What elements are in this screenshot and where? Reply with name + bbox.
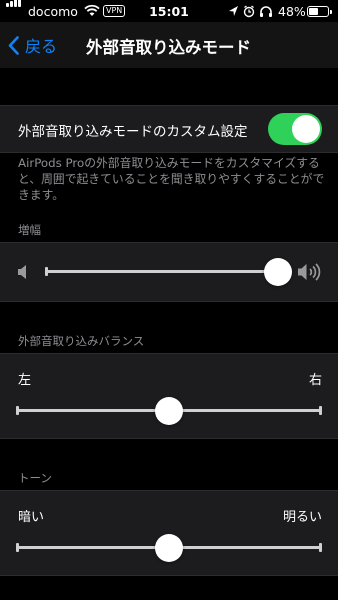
separator: [0, 438, 338, 439]
amplification-slider[interactable]: [45, 258, 292, 286]
toggle-knob: [292, 115, 320, 143]
balance-slider[interactable]: [16, 397, 322, 425]
balance-left-label: 左: [18, 373, 32, 388]
amplification-header: 増幅: [18, 223, 41, 237]
page-title: 外部音取り込みモード: [86, 38, 251, 57]
back-label: 戻る: [25, 37, 58, 56]
tone-cell: 暗い 明るい: [0, 491, 338, 575]
chevron-left-icon: [8, 35, 19, 55]
tone-header: トーン: [18, 471, 52, 485]
balance-cell: 左 右: [0, 354, 338, 438]
amplification-cell: [0, 243, 338, 301]
alarm-icon: [243, 5, 255, 18]
headphones-icon: [260, 6, 272, 17]
custom-setting-label: 外部音取り込みモードのカスタム設定: [18, 124, 248, 140]
tone-right-label: 明るい: [282, 510, 322, 525]
status-bar: docomo VPN 15:01 48%: [0, 0, 338, 22]
navigation-bar: 戻る 外部音取り込みモード: [0, 22, 338, 68]
separator: [0, 301, 338, 302]
back-button[interactable]: 戻る: [8, 33, 57, 57]
tone-left-label: 暗い: [18, 510, 45, 525]
custom-setting-toggle[interactable]: [268, 113, 322, 145]
battery-percent: 48%: [278, 4, 306, 19]
speaker-high-icon: [297, 262, 323, 286]
separator: [0, 152, 338, 153]
amplification-slider-thumb[interactable]: [264, 258, 292, 286]
speaker-low-icon: [16, 264, 30, 284]
balance-right-label: 右: [308, 373, 322, 388]
separator: [0, 575, 338, 576]
custom-setting-description: AirPods Proの外部音取り込みモードをカスタマイズすると、周囲で起きてい…: [18, 156, 325, 202]
balance-slider-thumb[interactable]: [155, 397, 183, 425]
balance-header: 外部音取り込みバランス: [18, 334, 145, 348]
tone-slider[interactable]: [16, 534, 322, 562]
tone-slider-thumb[interactable]: [155, 534, 183, 562]
location-icon: [229, 6, 238, 16]
custom-setting-cell: 外部音取り込みモードのカスタム設定: [0, 106, 338, 152]
battery-icon: [307, 6, 332, 17]
system-icons: [227, 4, 277, 18]
